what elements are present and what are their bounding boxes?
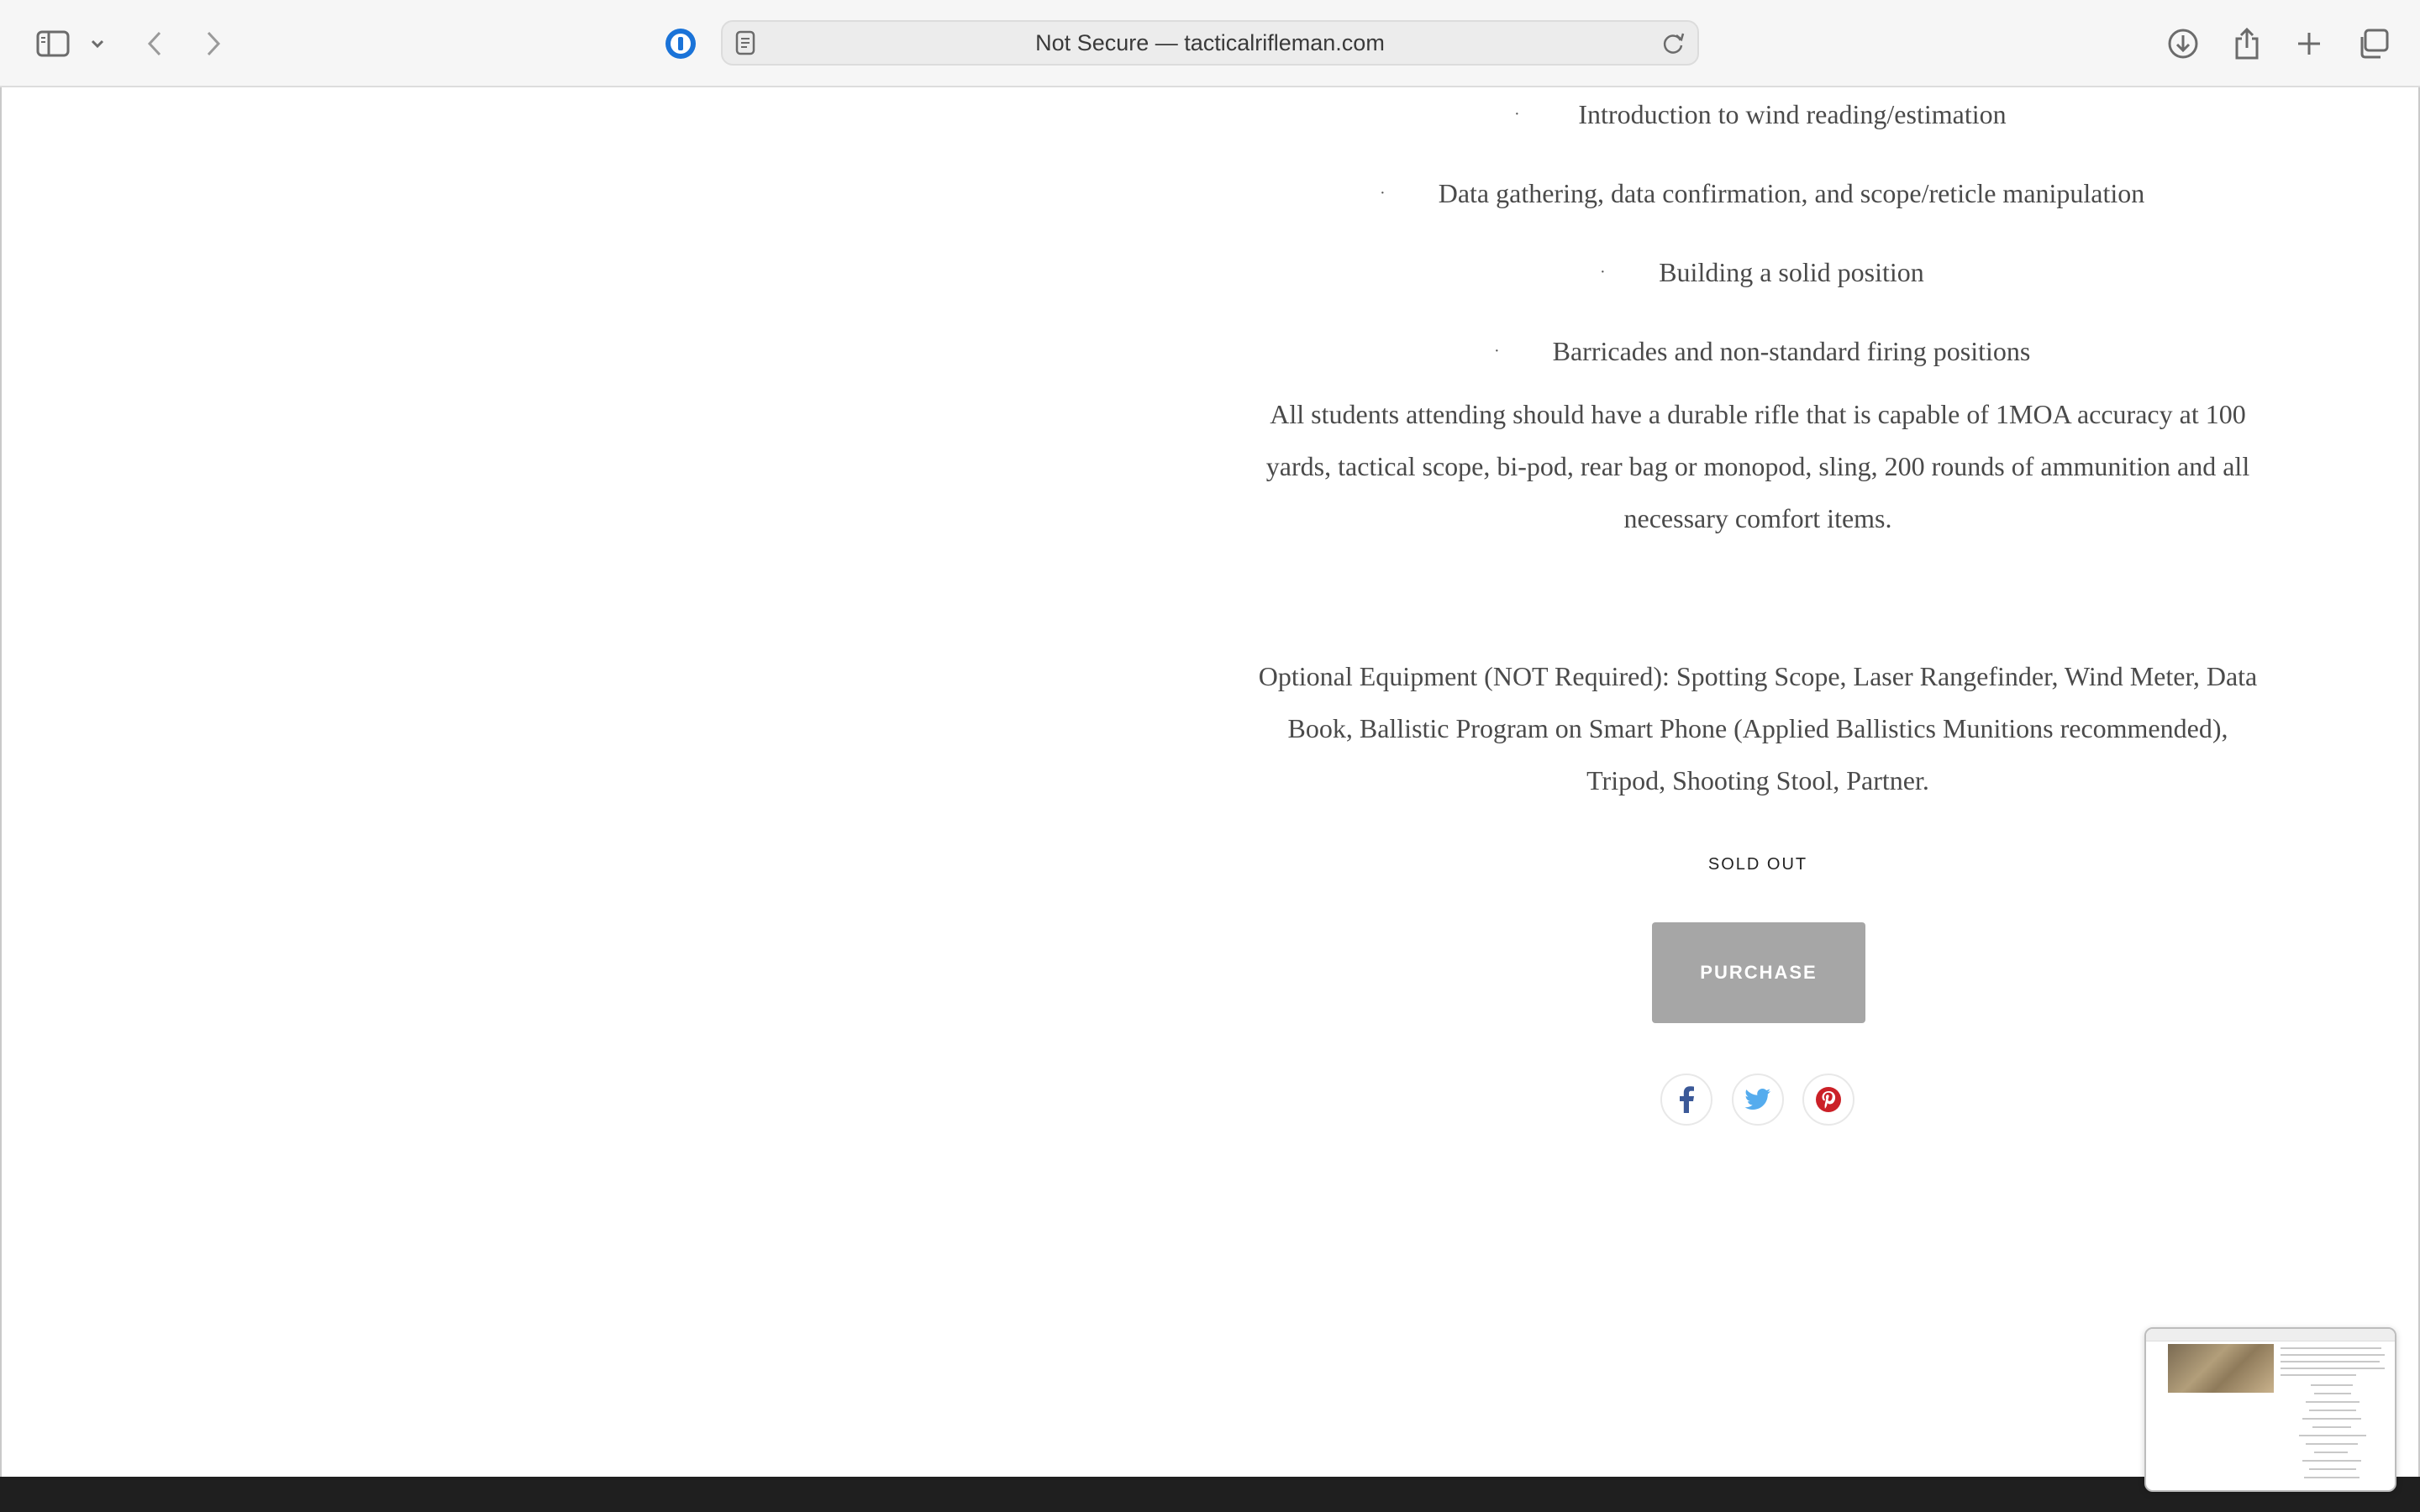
requirements-paragraph: All students attending should have a dur… xyxy=(1265,399,2250,533)
list-item: · Barricades and non-standard firing pos… xyxy=(1254,334,2262,368)
back-button[interactable] xyxy=(141,22,168,66)
password-manager-icon[interactable] xyxy=(664,27,697,60)
thumbnail-line xyxy=(2312,1426,2351,1428)
thumbnail-line xyxy=(2281,1368,2385,1369)
bullet-marker: · xyxy=(1380,184,1386,202)
thumbnail-line xyxy=(2281,1354,2385,1356)
list-item-text: Building a solid position xyxy=(1659,257,1924,287)
thumbnail-line xyxy=(2302,1460,2361,1462)
thumbnail-line xyxy=(2311,1384,2353,1386)
forward-button[interactable] xyxy=(200,22,227,66)
bullet-marker: · xyxy=(1600,263,1606,281)
facebook-icon xyxy=(1680,1086,1694,1113)
chevron-left-icon xyxy=(147,31,161,56)
thumbnail-line xyxy=(2281,1347,2381,1349)
thumbnail-line xyxy=(2281,1374,2356,1376)
address-bar[interactable]: Not Secure — tacticalrifleman.com xyxy=(721,20,1699,66)
twitter-icon xyxy=(1744,1089,1770,1110)
list-item: · Data gathering, data confirmation, and… xyxy=(1254,176,2262,210)
facebook-share-button[interactable] xyxy=(1660,1074,1712,1126)
bullet-marker: · xyxy=(1514,105,1520,123)
chevron-right-icon xyxy=(207,31,221,56)
pinterest-icon xyxy=(1816,1087,1841,1112)
pinterest-share-button[interactable] xyxy=(1802,1074,1854,1126)
thumbnail-line xyxy=(2281,1361,2380,1362)
thumbnail-line xyxy=(2302,1418,2361,1420)
thumbnail-line xyxy=(2304,1477,2360,1478)
sidebar-icon[interactable] xyxy=(30,22,76,66)
chevron-down-icon[interactable] xyxy=(87,22,108,66)
thumbnail-toolbar xyxy=(2146,1329,2395,1341)
bullet-marker: · xyxy=(1494,342,1500,360)
page-footer xyxy=(0,1477,2420,1512)
thumbnail-line xyxy=(2314,1452,2348,1453)
tab-overview-icon[interactable] xyxy=(2356,22,2390,66)
thumbnail-line xyxy=(2299,1435,2366,1436)
browser-toolbar: Not Secure — tacticalrifleman.com xyxy=(0,0,2420,87)
status-badge: SOLD OUT xyxy=(1707,855,1808,874)
twitter-share-button[interactable] xyxy=(1732,1074,1784,1126)
list-item-text: Introduction to wind reading/estimation xyxy=(1578,99,2007,129)
download-icon[interactable] xyxy=(2166,22,2200,66)
share-icon[interactable] xyxy=(2232,22,2262,66)
web-page: · Introduction to wind reading/estimatio… xyxy=(0,87,2420,1477)
thumbnail-line xyxy=(2309,1410,2356,1411)
plus-icon[interactable] xyxy=(2294,22,2324,66)
list-item: · Introduction to wind reading/estimatio… xyxy=(1254,97,2262,131)
optional-equipment-paragraph: Optional Equipment (NOT Required): Spott… xyxy=(1258,661,2258,795)
reload-icon[interactable] xyxy=(1662,30,1686,60)
screenshot-thumbnail[interactable] xyxy=(2144,1327,2396,1492)
purchase-button[interactable]: PURCHASE xyxy=(1652,922,1865,1023)
thumbnail-line xyxy=(2309,1468,2356,1470)
thumbnail-image xyxy=(2168,1344,2274,1393)
thumbnail-line xyxy=(2314,1393,2351,1394)
thumbnail-line xyxy=(2306,1443,2358,1445)
list-item-text: Data gathering, data confirmation, and s… xyxy=(1438,178,2145,208)
url-text: Not Secure — tacticalrifleman.com xyxy=(1035,30,1385,55)
thumbnail-line xyxy=(2306,1401,2360,1403)
list-item-text: Barricades and non-standard firing posit… xyxy=(1552,336,2031,366)
list-item: · Building a solid position xyxy=(1254,255,2262,289)
